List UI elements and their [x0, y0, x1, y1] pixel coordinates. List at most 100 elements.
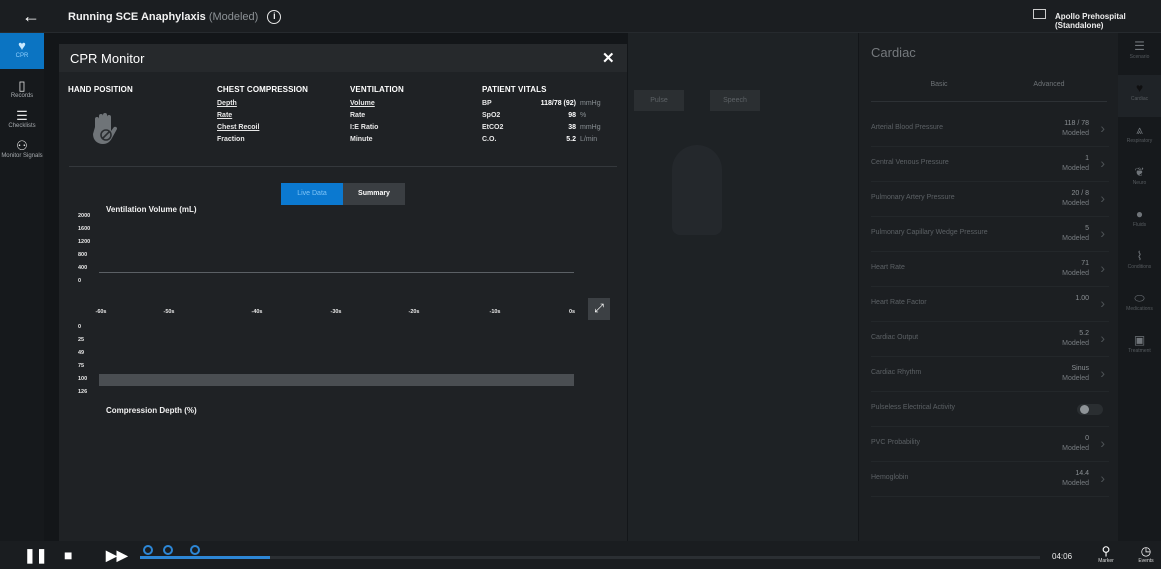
drop-icon: ● — [1135, 207, 1144, 221]
y-tick: 126 — [78, 389, 88, 395]
right-nav-respiratory[interactable]: ⩓ Respiratory — [1118, 117, 1161, 159]
cardiac-row-label: Heart Rate — [871, 264, 905, 271]
bottom-bar: ❚❚ ■ ▶▶ 04:06 ⚲ Marker ◷ Events — [0, 541, 1161, 569]
pea-toggle[interactable] — [1077, 404, 1103, 415]
chevron-right-icon[interactable]: › — [1100, 225, 1105, 241]
pulse-icon: ⌇ — [1136, 249, 1143, 263]
back-arrow-icon[interactable]: ← — [22, 6, 40, 27]
timeline-marker-pin[interactable] — [143, 545, 153, 555]
x-tick: -60s — [95, 309, 107, 315]
timeline-progress — [140, 556, 270, 559]
vital-value: 38 — [568, 124, 576, 131]
monitor-icon[interactable] — [1033, 9, 1046, 19]
vital-label: C.O. — [482, 136, 497, 143]
chest-depth-link[interactable]: Depth — [217, 99, 237, 109]
cardiac-panel: Cardiac Basic Advanced Arterial Blood Pr… — [859, 33, 1118, 541]
cardiac-row-value: 14.4 Modeled — [1062, 469, 1089, 489]
chevron-right-icon[interactable]: › — [1100, 155, 1105, 171]
value-text: Sinus — [1071, 365, 1089, 372]
fast-forward-icon[interactable]: ▶▶ — [106, 547, 128, 564]
right-nav-label: Scenario — [1129, 54, 1150, 60]
cardiac-row[interactable]: Pulseless Electrical Activity — [871, 391, 1109, 427]
chevron-right-icon[interactable]: › — [1100, 295, 1105, 311]
chevron-right-icon[interactable]: › — [1100, 435, 1105, 451]
location-pin-icon: ⚲ — [1101, 544, 1111, 558]
body-silhouette — [672, 145, 722, 235]
y-tick: 1200 — [78, 239, 91, 245]
cardiac-row[interactable]: Cardiac Rhythm Sinus Modeled › — [871, 356, 1109, 392]
value-source: Modeled — [1062, 165, 1089, 172]
right-nav-neuro[interactable]: ❦ Neuro — [1118, 159, 1161, 201]
tab-basic[interactable]: Basic — [879, 81, 999, 88]
cardiac-row-label: Arterial Blood Pressure — [871, 124, 943, 131]
vital-unit: mmHg — [580, 100, 601, 107]
stop-icon[interactable]: ■ — [64, 547, 72, 563]
x-tick: -50s — [163, 309, 175, 315]
marker-button[interactable]: ⚲ Marker — [1091, 544, 1121, 564]
right-nav-cardiac[interactable]: ♥ Cardiac — [1118, 75, 1161, 117]
cardiac-row-label: Pulmonary Artery Pressure — [871, 194, 955, 201]
value-source: Modeled — [1062, 375, 1089, 382]
y-tick: 49 — [78, 350, 85, 356]
nav-cpr[interactable]: ♥ CPR — [0, 33, 44, 69]
vital-label: SpO2 — [482, 112, 501, 119]
y-tick: 400 — [78, 265, 88, 271]
nav-monitor-signals[interactable]: ⚇ Monitor Signals — [0, 133, 44, 159]
right-nav-treatment[interactable]: ▣ Treatment — [1118, 327, 1161, 369]
cardiac-row[interactable]: Central Venous Pressure 1 Modeled › — [871, 146, 1109, 182]
summary-toggle[interactable]: Summary — [343, 183, 405, 205]
cardiac-row[interactable]: Heart Rate Factor 1.00 › — [871, 286, 1109, 322]
right-nav-scenario[interactable]: ☰ Scenario — [1118, 33, 1161, 75]
kit-icon: ▣ — [1133, 333, 1146, 347]
cardiac-row[interactable]: Hemoglobin 14.4 Modeled › — [871, 461, 1109, 497]
pill-icon: ⬭ — [1134, 291, 1145, 305]
value-source: Modeled — [1062, 340, 1089, 347]
section-divider — [69, 166, 617, 167]
expand-icon[interactable]: ⤢ — [588, 298, 610, 320]
app-root: ← Running SCE Anaphylaxis (Modeled) i Ap… — [0, 0, 1161, 569]
timeline-marker-pin[interactable] — [163, 545, 173, 555]
nav-checklists[interactable]: ☰ Checklists — [0, 103, 44, 129]
right-nav-label: Conditions — [1127, 264, 1152, 270]
speech-button[interactable]: Speech — [710, 90, 760, 111]
pulse-button[interactable]: Pulse — [634, 90, 684, 111]
timeline-marker-pin[interactable] — [190, 545, 200, 555]
y-tick: 100 — [78, 376, 88, 382]
compression-chart-label: Compression Depth (%) — [106, 406, 197, 415]
pause-icon[interactable]: ❚❚ — [24, 547, 47, 564]
chest-recoil-link[interactable]: Chest Recoil — [217, 123, 259, 133]
chevron-right-icon[interactable]: › — [1100, 260, 1105, 276]
right-nav-label: Medications — [1126, 306, 1153, 312]
cardiac-row[interactable]: Heart Rate 71 Modeled › — [871, 251, 1109, 287]
cardiac-row[interactable]: PVC Probability 0 Modeled › — [871, 426, 1109, 462]
y-tick: 25 — [78, 337, 85, 343]
chevron-right-icon[interactable]: › — [1100, 190, 1105, 206]
right-nav-conditions[interactable]: ⌇ Conditions — [1118, 243, 1161, 285]
cardiac-row[interactable]: Cardiac Output 5.2 Modeled › — [871, 321, 1109, 357]
cardiac-row[interactable]: Pulmonary Capillary Wedge Pressure 5 Model… — [871, 216, 1109, 252]
chevron-right-icon[interactable]: › — [1100, 330, 1105, 346]
right-nav-medications[interactable]: ⬭ Medications — [1118, 285, 1161, 327]
chest-rate-link[interactable]: Rate — [217, 111, 232, 121]
cardiac-row[interactable]: Pulmonary Artery Pressure 20 / 8 Modeled › — [871, 181, 1109, 217]
info-icon[interactable]: i — [267, 10, 282, 24]
cardiac-row-label: PVC Probability — [871, 439, 921, 446]
vent-ie-ratio-label: I:E Ratio — [350, 124, 379, 131]
nav-records[interactable]: ▯ Records — [0, 73, 44, 99]
right-nav-fluids[interactable]: ● Fluids — [1118, 201, 1161, 243]
close-icon[interactable]: ✕ — [602, 49, 615, 67]
clock-icon: ◷ — [1140, 544, 1152, 558]
cardiac-row[interactable]: Arterial Blood Pressure 118 / 78 Modeled › — [871, 111, 1109, 147]
timeline-track[interactable] — [140, 556, 1040, 559]
chevron-right-icon[interactable]: › — [1100, 365, 1105, 381]
tab-advanced[interactable]: Advanced — [989, 81, 1109, 88]
live-data-toggle[interactable]: Live Data — [281, 183, 343, 205]
scenario-mode: (Modeled) — [208, 10, 259, 23]
left-nav: ♥ CPR ▯ Records ☰ Checklists ⚇ Monitor S… — [0, 33, 44, 541]
value-text: 5 — [1085, 225, 1089, 232]
events-button[interactable]: ◷ Events — [1131, 544, 1161, 564]
chevron-right-icon[interactable]: › — [1100, 470, 1105, 486]
cardiac-row-label: Hemoglobin — [871, 474, 909, 481]
chevron-right-icon[interactable]: › — [1100, 120, 1105, 136]
vent-volume-link[interactable]: Volume — [350, 99, 375, 109]
